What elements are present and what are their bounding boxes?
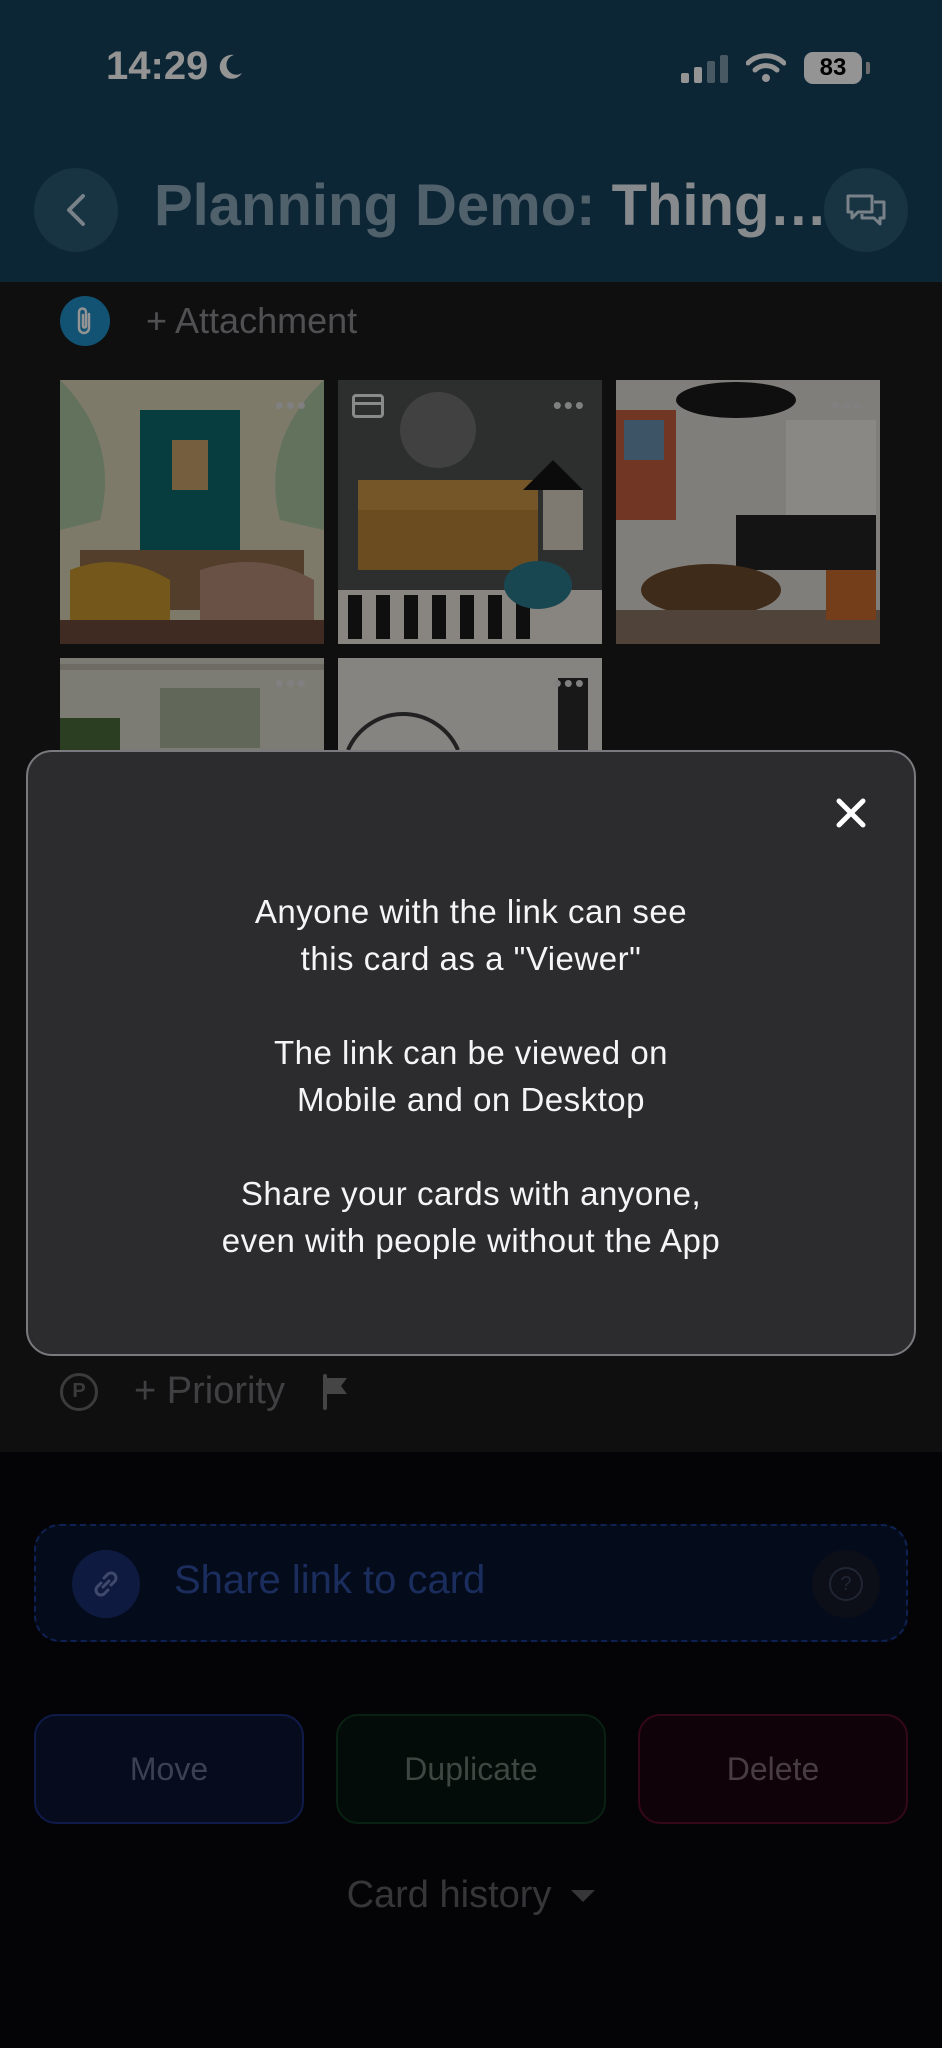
modal-line: even with people without the App [221, 1222, 721, 1259]
modal-message: Anyone with the link can see this card as… [28, 888, 914, 1311]
modal-line: Share your cards with anyone, [240, 1175, 702, 1212]
modal-line: Anyone with the link can see [254, 893, 688, 930]
modal-line: this card as a "Viewer" [300, 940, 642, 977]
modal-line: Mobile and on Desktop [296, 1081, 646, 1118]
close-button[interactable] [826, 788, 876, 838]
close-icon [836, 798, 866, 828]
modal-line: The link can be viewed on [273, 1034, 669, 1071]
share-info-modal: Anyone with the link can see this card as… [26, 750, 916, 1356]
